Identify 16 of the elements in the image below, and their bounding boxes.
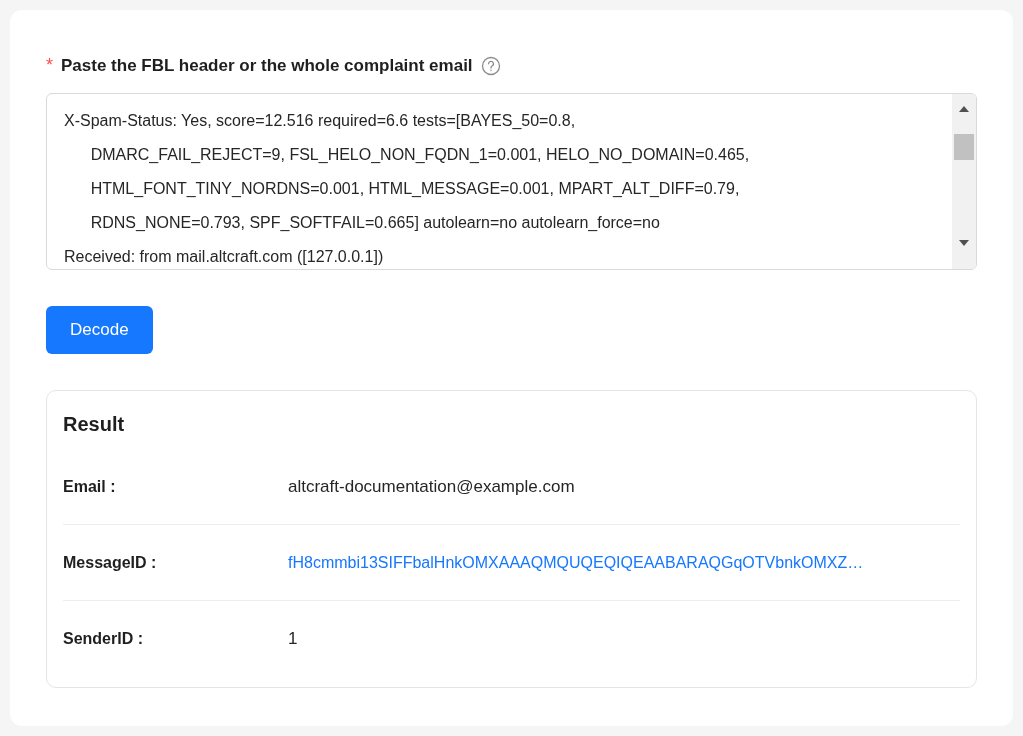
result-value: 1 <box>288 628 298 651</box>
scroll-thumb[interactable] <box>954 134 974 160</box>
help-icon[interactable] <box>480 55 501 76</box>
scroll-down-icon[interactable] <box>958 238 970 248</box>
text-area[interactable]: X-Spam-Status: Yes, score=12.516 required=6.6 tests=[BAYES_50=0.8, DMARC_FAIL_REJECT=9, FSL_HELO_NON_FQDN_1=0.001, HELO_NO_DOMAIN=0.465, HTML_FONT_TINY_NORDNS=0.001, HTML_MESSAGE=0.001, MPART_ALT_DIFF=0.79, RDNS_NONE=0.793, SPF_SOFTFAIL=0.665] autolearn=no autolearn_force=no Received: from mail.altcraft.com ([127.0.0.1]) <box>46 93 977 270</box>
scrollbar[interactable] <box>952 94 976 269</box>
result-value: altcraft-documentation@example.com <box>288 475 575 498</box>
required-mark: * <box>46 54 53 77</box>
scroll-up-icon[interactable] <box>958 104 970 114</box>
result-link[interactable]: fH8cmmbi13SIFFbalHnkOMXAAAQMQUQEQIQEAABARAQGqOTVbnkOMXZ… <box>288 550 864 575</box>
decode-button[interactable]: Decode <box>46 306 153 354</box>
result-label: Email : <box>63 476 117 497</box>
result-label: SenderID : <box>63 629 144 649</box>
field-label: Paste the FBL header or the whole complaint email <box>61 54 473 77</box>
result-title: Result <box>63 412 126 437</box>
result-label: MessageID : <box>63 552 158 573</box>
